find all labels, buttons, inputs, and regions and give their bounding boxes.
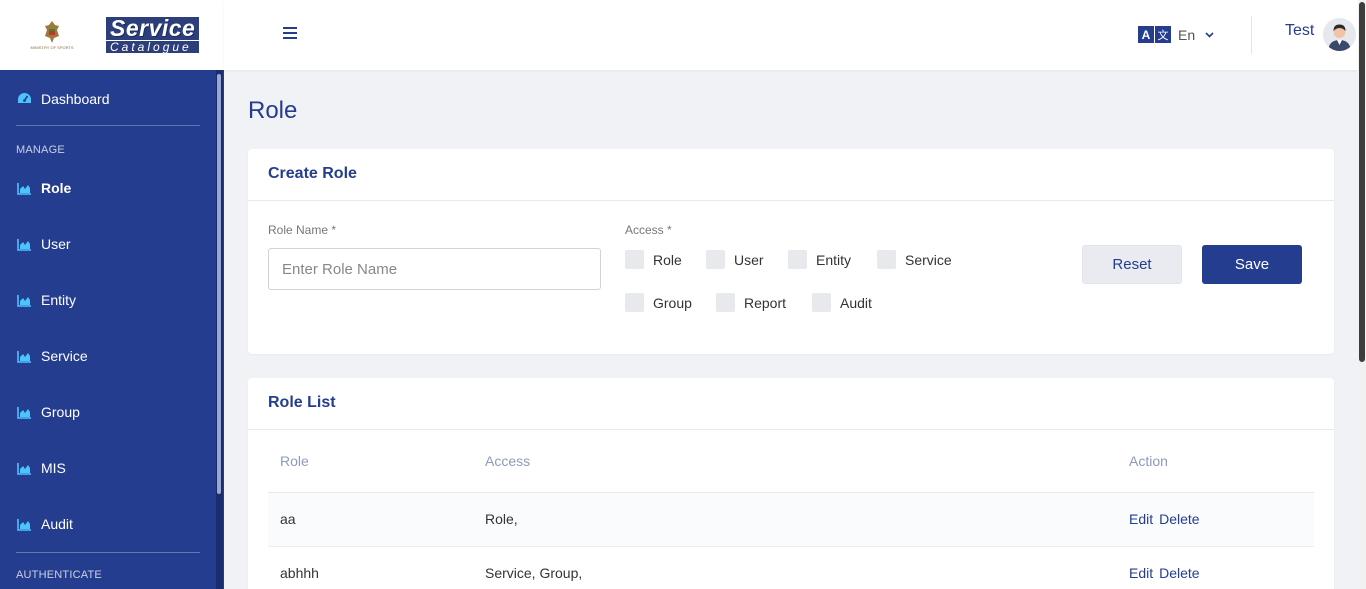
area-chart-icon <box>17 406 31 419</box>
sidebar-logo[interactable]: MINISTRY OF SPORTS Service Catalogue <box>0 0 224 70</box>
user-avatar[interactable] <box>1323 18 1356 51</box>
cell-role: abhhh <box>268 546 473 589</box>
area-chart-icon <box>17 182 31 195</box>
access-checkbox-service[interactable]: Service <box>877 250 952 269</box>
create-role-header: Create Role <box>248 149 1334 201</box>
cell-access: Service, Group, <box>473 546 1117 589</box>
access-checkbox-entity[interactable]: Entity <box>788 250 851 269</box>
page-scrollbar[interactable] <box>1358 0 1366 589</box>
access-checkbox-role[interactable]: Role <box>625 250 682 269</box>
sidebar-scrollbar[interactable] <box>216 70 223 589</box>
brand-subtitle: Catalogue <box>106 41 200 53</box>
page-scrollbar-thumb[interactable] <box>1359 2 1365 362</box>
checkbox-box[interactable] <box>716 293 735 312</box>
cell-action: Edit Delete <box>1117 492 1314 547</box>
main-content: Role Create Role Role Name * Access * Ro… <box>224 70 1358 589</box>
checkbox-box[interactable] <box>706 250 725 269</box>
speedometer-icon <box>18 93 31 103</box>
side-nav: Dashboard MANAGE Role User Entity Servic… <box>0 70 224 587</box>
delete-link[interactable]: Delete <box>1159 565 1199 581</box>
checkbox-box[interactable] <box>812 293 831 312</box>
area-chart-icon <box>17 350 31 363</box>
brand-logo: Service Catalogue <box>106 17 200 53</box>
falcon-emblem-icon <box>45 21 59 43</box>
area-chart-icon <box>17 294 31 307</box>
delete-link[interactable]: Delete <box>1159 511 1199 527</box>
checkbox-label: Role <box>653 251 682 268</box>
brand-title: Service <box>106 17 200 40</box>
sidebar-item-label: Entity <box>41 292 77 308</box>
checkbox-label: Service <box>905 251 952 268</box>
table-header-row: Role Access Action <box>268 430 1314 493</box>
cell-access: Role, <box>473 492 1117 547</box>
role-list-header: Role List <box>248 378 1334 430</box>
sidebar-item-label: Audit <box>41 516 73 532</box>
checkbox-box[interactable] <box>788 250 807 269</box>
access-label: Access * <box>625 223 672 237</box>
reset-button[interactable]: Reset <box>1082 245 1182 284</box>
save-button[interactable]: Save <box>1202 245 1302 284</box>
checkbox-box[interactable] <box>625 250 644 269</box>
sidebar-item-group[interactable]: Group <box>0 384 224 440</box>
checkbox-label: Entity <box>816 251 852 268</box>
ministry-emblem: MINISTRY OF SPORTS <box>28 13 76 57</box>
sidebar-scrollbar-thumb[interactable] <box>217 74 221 494</box>
edit-link[interactable]: Edit <box>1129 511 1153 527</box>
nav-items: Role User Entity Service Group MIS Audit <box>0 160 224 552</box>
sidebar-item-user[interactable]: User <box>0 216 224 272</box>
cell-role: aa <box>268 492 473 547</box>
column-header-action: Action <box>1117 430 1314 493</box>
checkbox-box[interactable] <box>877 250 896 269</box>
role-list-card: Role List Role Access Action aa Role, Ed… <box>248 378 1334 589</box>
checkbox-label: User <box>734 251 764 268</box>
role-name-label: Role Name * <box>268 223 337 237</box>
sidebar-item-label: MIS <box>41 460 66 476</box>
checkbox-box[interactable] <box>625 293 644 312</box>
language-selector[interactable]: A 文 En <box>1138 26 1214 43</box>
column-header-role: Role <box>268 430 473 493</box>
sidebar-item-label: Role <box>41 180 72 196</box>
sidebar-item-label: Service <box>41 348 88 364</box>
checkbox-label: Audit <box>840 294 872 311</box>
emblem-caption: MINISTRY OF SPORTS <box>30 45 74 50</box>
translate-icon: A 文 <box>1138 26 1171 43</box>
column-header-access: Access <box>473 430 1117 493</box>
checkbox-label: Group <box>653 294 692 311</box>
table-row: abhhh Service, Group, Edit Delete <box>268 546 1314 589</box>
sidebar-item-audit[interactable]: Audit <box>0 496 224 552</box>
page-title: Role <box>248 97 298 124</box>
sidebar-item-label: User <box>41 236 71 252</box>
sidebar-item-label: Group <box>41 404 80 420</box>
topbar-divider <box>1251 16 1252 54</box>
sidebar: MINISTRY OF SPORTS Service Catalogue Das… <box>0 0 224 589</box>
nav-section-manage: MANAGE <box>16 144 65 156</box>
access-checkbox-audit[interactable]: Audit <box>812 293 872 312</box>
access-checkbox-user[interactable]: User <box>706 250 764 269</box>
language-label: En <box>1178 26 1196 43</box>
cell-action: Edit Delete <box>1117 546 1314 589</box>
edit-link[interactable]: Edit <box>1129 565 1153 581</box>
chevron-down-icon <box>1205 31 1214 38</box>
checkbox-label: Report <box>744 294 787 311</box>
menu-toggle-icon[interactable] <box>283 27 297 39</box>
sidebar-item-dashboard[interactable]: Dashboard <box>0 86 224 111</box>
sidebar-item-label: Dashboard <box>41 90 110 107</box>
access-checkbox-group[interactable]: Group <box>625 293 692 312</box>
role-table: Role Access Action aa Role, Edit Delete a… <box>268 430 1314 589</box>
sidebar-item-role[interactable]: Role <box>0 160 224 216</box>
access-checkbox-report[interactable]: Report <box>716 293 786 312</box>
user-name[interactable]: Test <box>1285 22 1314 40</box>
topbar: A 文 En Test <box>224 0 1358 70</box>
sidebar-item-mis[interactable]: MIS <box>0 440 224 496</box>
nav-section-authenticate: AUTHENTICATE <box>16 569 102 581</box>
area-chart-icon <box>17 238 31 251</box>
avatar-icon <box>1323 18 1356 51</box>
role-name-input[interactable] <box>268 248 601 290</box>
sidebar-item-entity[interactable]: Entity <box>0 272 224 328</box>
table-row: aa Role, Edit Delete <box>268 492 1314 547</box>
area-chart-icon <box>17 518 31 531</box>
create-role-card: Create Role Role Name * Access * Role Us… <box>248 149 1334 354</box>
area-chart-icon <box>17 462 31 475</box>
sidebar-item-service[interactable]: Service <box>0 328 224 384</box>
